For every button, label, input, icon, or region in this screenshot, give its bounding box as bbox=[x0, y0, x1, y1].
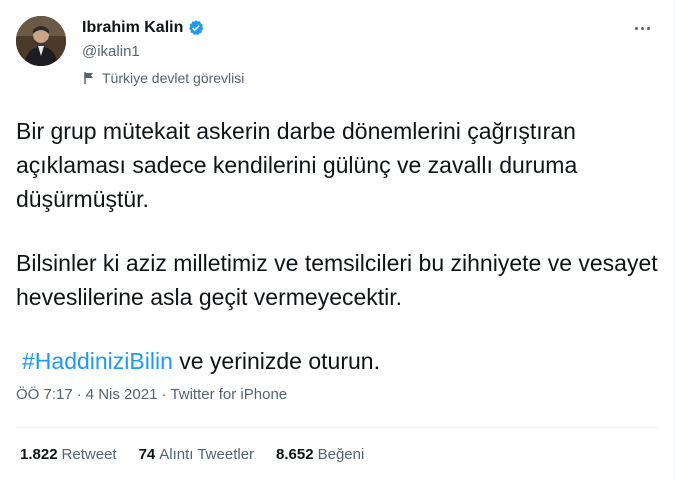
author-name-row: Ibrahim Kalin bbox=[82, 18, 205, 38]
retweets-label: Retweet bbox=[61, 446, 117, 463]
likes-stat[interactable]: 8.652 Beğeni bbox=[276, 446, 364, 463]
tweet-text: Bir grup mütekait askerin darbe dönemler… bbox=[16, 114, 661, 408]
quotes-label: Alıntı Tweetler bbox=[159, 446, 255, 463]
meta-separator: · bbox=[76, 386, 82, 403]
verified-badge-icon bbox=[187, 19, 205, 37]
tweet-card: Ibrahim Kalin @ikalin1 Türkiye devlet gö… bbox=[0, 0, 675, 480]
tweet-stats: 1.822 Retweet 74 Alıntı Tweetler 8.652 Beğe… bbox=[20, 446, 364, 463]
author-display-name[interactable]: Ibrahim Kalin bbox=[82, 18, 183, 38]
tweet-paragraph-3-text: ve yerinizde oturun. bbox=[179, 348, 380, 374]
avatar[interactable] bbox=[16, 16, 66, 66]
more-dot-icon bbox=[646, 26, 650, 30]
retweets-stat[interactable]: 1.822 Retweet bbox=[20, 446, 117, 463]
more-options-button[interactable] bbox=[630, 18, 654, 38]
tweet-paragraph-1: Bir grup mütekait askerin darbe dönemler… bbox=[16, 118, 578, 212]
meta-separator: · bbox=[161, 386, 167, 403]
retweets-count: 1.822 bbox=[20, 446, 58, 463]
likes-count: 8.652 bbox=[276, 446, 314, 463]
government-label-text: Türkiye devlet görevlisi bbox=[102, 70, 245, 86]
hashtag-link[interactable]: #HaddiniziBilin bbox=[22, 348, 173, 374]
profile-photo-icon bbox=[16, 16, 66, 66]
tweet-time[interactable]: ÖÖ 7:17 bbox=[16, 386, 73, 403]
more-dot-icon bbox=[634, 26, 638, 30]
flag-icon bbox=[82, 71, 96, 85]
tweet-paragraph-3: #HaddiniziBilin ve yerinizde oturun. bbox=[16, 344, 661, 378]
likes-label: Beğeni bbox=[317, 446, 365, 463]
tweet-paragraph-2: Bilsinler ki aziz milletimiz ve temsilci… bbox=[16, 250, 658, 310]
tweet-source[interactable]: Twitter for iPhone bbox=[170, 386, 287, 403]
more-dot-icon bbox=[640, 26, 644, 30]
government-label[interactable]: Türkiye devlet görevlisi bbox=[82, 70, 244, 86]
stats-divider bbox=[16, 427, 658, 428]
author-handle[interactable]: @ikalin1 bbox=[82, 43, 140, 60]
tweet-date[interactable]: 4 Nis 2021 bbox=[86, 386, 158, 403]
quotes-stat[interactable]: 74 Alıntı Tweetler bbox=[139, 446, 254, 463]
tweet-meta: ÖÖ 7:17 · 4 Nis 2021 · Twitter for iPhon… bbox=[16, 386, 287, 403]
quotes-count: 74 bbox=[138, 446, 156, 463]
